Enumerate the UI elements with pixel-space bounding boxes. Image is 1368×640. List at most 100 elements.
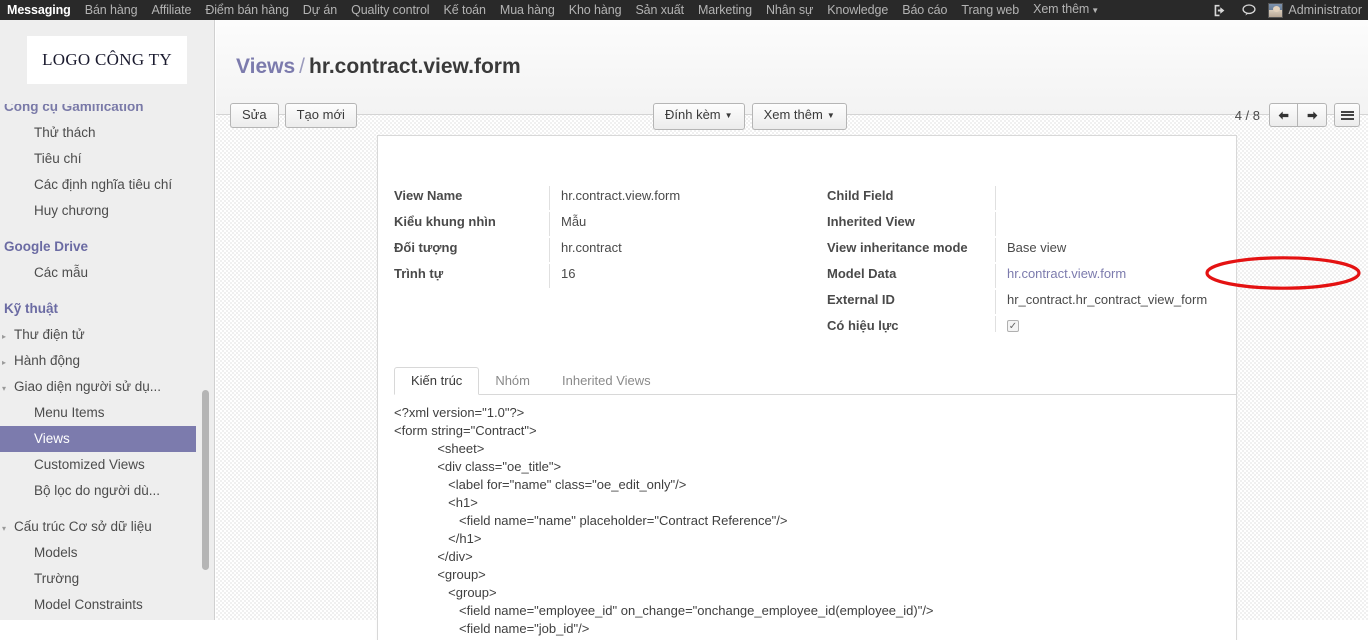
sidebar-scrollbar[interactable] bbox=[202, 390, 209, 570]
breadcrumb-root[interactable]: Views bbox=[236, 55, 295, 78]
tab-inherited-views[interactable]: Inherited Views bbox=[546, 368, 667, 394]
form-field-row: Kiểu khung nhìn Mẫu bbox=[394, 212, 794, 238]
chevron-down-icon: ▼ bbox=[724, 111, 733, 120]
sidebar-item-label: Giao diện người sử dụ... bbox=[14, 379, 162, 394]
sidebar-item-ti-u-ch[interactable]: Tiêu chí bbox=[0, 146, 214, 172]
more-dropdown-button[interactable]: Xem thêm ▼ bbox=[751, 103, 847, 130]
tab-kiến-trúc[interactable]: Kiến trúc bbox=[394, 367, 480, 395]
nav-item-nhân-sự[interactable]: Nhân sự bbox=[759, 0, 820, 20]
nav-item-dự-án[interactable]: Dự án bbox=[296, 0, 344, 20]
breadcrumb: Views / hr.contract.view.form bbox=[236, 55, 521, 79]
breadcrumb-current: hr.contract.view.form bbox=[309, 55, 521, 78]
field-label: Child Field bbox=[827, 188, 894, 203]
pager-previous-button[interactable] bbox=[1269, 103, 1298, 127]
field-value[interactable]: hr.contract.view.form bbox=[995, 264, 1227, 288]
nav-item-more[interactable]: Xem thêm ▼ bbox=[1026, 0, 1106, 20]
secondary-action-buttons: Đính kèm ▼ Xem thêm ▼ bbox=[653, 103, 847, 130]
burger-line bbox=[1340, 114, 1354, 116]
sidebar-item-google-drive[interactable]: Google Drive bbox=[0, 234, 214, 260]
nav-item-kế-toán[interactable]: Kế toán bbox=[436, 0, 492, 20]
main-content-area: Views / hr.contract.view.form Sửa Tạo mới … bbox=[216, 20, 1368, 640]
nav-item-messaging[interactable]: Messaging bbox=[0, 0, 78, 20]
nav-item-knowledge[interactable]: Knowledge bbox=[820, 0, 895, 20]
nav-item-marketing[interactable]: Marketing bbox=[691, 0, 759, 20]
nav-item-điểm-bán-hàng[interactable]: Điểm bán hàng bbox=[198, 0, 295, 20]
form-column-right: Child Field Inherited View View inheritanc… bbox=[827, 186, 1227, 342]
attachment-label: Đính kèm bbox=[665, 107, 721, 122]
sidebar-item-c-c-nh-ngh-a-ti-u-ch[interactable]: Các định nghĩa tiêu chí bbox=[0, 172, 214, 198]
sidebar-item-label: Bộ lọc do người dù... bbox=[34, 483, 160, 498]
chevron-right-icon: ▸ bbox=[2, 358, 7, 367]
breadcrumb-separator: / bbox=[299, 55, 305, 78]
sidebar-item-label: Các mẫu bbox=[34, 265, 89, 280]
sidebar-item-label: Tiêu chí bbox=[34, 151, 82, 166]
checkbox-checked-icon[interactable]: ✓ bbox=[1007, 320, 1019, 332]
sidebar-item-c-u-tr-c-c-s-d-li-u[interactable]: ▾ Cấu trúc Cơ sở dữ liệu bbox=[0, 514, 214, 540]
page-header: Views / hr.contract.view.form Sửa Tạo mới … bbox=[216, 20, 1368, 130]
edit-button[interactable]: Sửa bbox=[230, 103, 279, 128]
form-field-row: External ID hr_contract.hr_contract_view_… bbox=[827, 290, 1227, 316]
field-label: View inheritance mode bbox=[827, 240, 968, 255]
sidebar-item-label: Model Constraints bbox=[34, 597, 143, 612]
form-field-row: Trình tự 16 bbox=[394, 264, 794, 290]
create-button[interactable]: Tạo mới bbox=[284, 103, 357, 128]
sidebar-item-giao-di-n-ng-i-s-d[interactable]: ▾ Giao diện người sử dụ... bbox=[0, 374, 214, 400]
sidebar-item-th-th-ch[interactable]: Thử thách bbox=[0, 120, 214, 146]
nav-item-bán-hàng[interactable]: Bán hàng bbox=[78, 0, 145, 20]
sidebar-item-models[interactable]: Models bbox=[0, 540, 214, 566]
more-label: Xem thêm bbox=[763, 107, 823, 122]
field-label: External ID bbox=[827, 292, 895, 307]
field-label: Kiểu khung nhìn bbox=[394, 214, 496, 229]
user-name-label[interactable]: Administrator bbox=[1288, 0, 1368, 20]
nav-item-báo-cáo[interactable]: Báo cáo bbox=[895, 0, 954, 20]
record-action-buttons: Sửa Tạo mới bbox=[230, 103, 357, 128]
sidebar-item-label: Thử thách bbox=[34, 125, 96, 140]
sidebar-item-model-constraints[interactable]: Model Constraints bbox=[0, 592, 214, 618]
nav-item-sản-xuất[interactable]: Sản xuất bbox=[628, 0, 691, 20]
sidebar-item-th-i-n-t[interactable]: ▸ Thư điện tử bbox=[0, 322, 214, 348]
sidebar-item-tr-ng[interactable]: Trường bbox=[0, 566, 214, 592]
sidebar-item-b-l-c-do-ng-i-d[interactable]: Bộ lọc do người dù... bbox=[0, 478, 214, 504]
list-view-icon[interactable] bbox=[1334, 103, 1360, 127]
sidebar-item-label: Google Drive bbox=[4, 239, 89, 254]
field-value: Base view bbox=[995, 238, 1227, 262]
sidebar-item-views[interactable]: Views bbox=[0, 426, 196, 452]
company-logo-text: LOGO CÔNG TY bbox=[42, 50, 172, 69]
form-column-left: View Name hr.contract.view.form Kiểu khung… bbox=[394, 186, 794, 290]
pager-next-button[interactable] bbox=[1298, 103, 1327, 127]
form-field-row: Inherited View bbox=[827, 212, 1227, 238]
chat-bubble-icon[interactable] bbox=[1234, 4, 1264, 16]
sidebar-item-huy-ch-ng[interactable]: Huy chương bbox=[0, 198, 214, 224]
nav-item-trang-web[interactable]: Trang web bbox=[954, 0, 1026, 20]
menu-gap bbox=[0, 286, 214, 296]
chevron-down-icon: ▾ bbox=[2, 524, 7, 533]
pager-count-label: 4 / 8 bbox=[1234, 107, 1260, 123]
sidebar-item-k-thu-t[interactable]: Kỹ thuật bbox=[0, 296, 214, 322]
logout-glyph bbox=[1214, 4, 1225, 16]
sidebar-item-label: Trường bbox=[34, 571, 80, 586]
nav-item-mua-hàng[interactable]: Mua hàng bbox=[493, 0, 562, 20]
sidebar-item-customized-views[interactable]: Customized Views bbox=[0, 452, 214, 478]
sidebar-item-menu-items[interactable]: Menu Items bbox=[0, 400, 214, 426]
sidebar-item-c-c-m-u[interactable]: Các mẫu bbox=[0, 260, 214, 286]
avatar[interactable] bbox=[1268, 2, 1284, 18]
sidebar-item-label: Views bbox=[34, 431, 70, 446]
view-architecture-code[interactable]: <?xml version="1.0"?> <form string="Cont… bbox=[394, 404, 1224, 638]
company-logo: LOGO CÔNG TY bbox=[27, 36, 187, 84]
field-label: View Name bbox=[394, 188, 463, 203]
tab-nhóm[interactable]: Nhóm bbox=[479, 368, 546, 394]
sidebar-item-label: Các định nghĩa tiêu chí bbox=[34, 177, 173, 192]
sidebar-item-h-nh-ng[interactable]: ▸ Hành động bbox=[0, 348, 214, 374]
field-label: Model Data bbox=[827, 266, 897, 281]
sidebar-item-c-ng-c-gamification[interactable]: Công cụ Gamification bbox=[0, 104, 214, 120]
nav-item-quality-control[interactable]: Quality control bbox=[344, 0, 436, 20]
arrow-left-icon bbox=[1278, 110, 1289, 120]
form-field-row: Child Field bbox=[827, 186, 1227, 212]
sidebar-item-label: Thư điện tử bbox=[14, 327, 85, 342]
attachment-dropdown-button[interactable]: Đính kèm ▼ bbox=[653, 103, 745, 130]
logout-icon[interactable] bbox=[1205, 4, 1234, 17]
nav-item-affiliate[interactable]: Affiliate bbox=[144, 0, 198, 20]
sidebar-item-label: Huy chương bbox=[34, 203, 109, 218]
field-label: Đối tượng bbox=[394, 240, 458, 255]
nav-item-kho-hàng[interactable]: Kho hàng bbox=[562, 0, 629, 20]
